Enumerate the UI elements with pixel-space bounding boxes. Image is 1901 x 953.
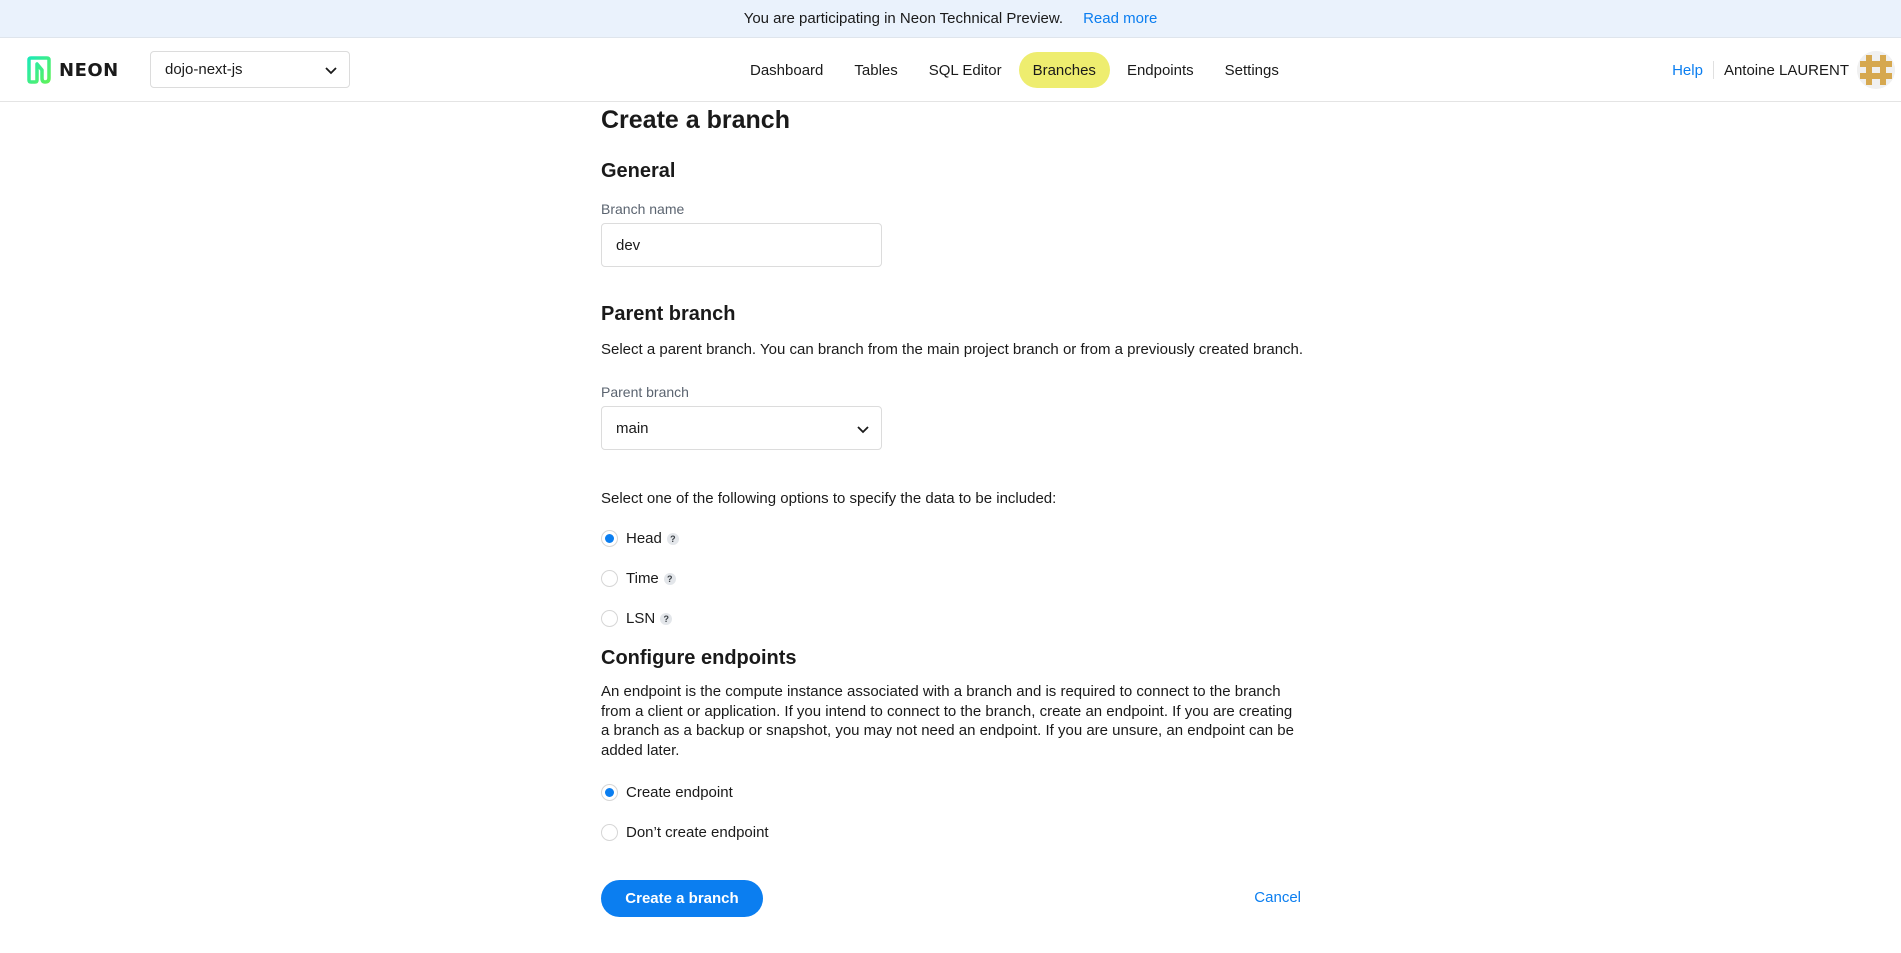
radio-create-endpoint[interactable]: Create endpoint [601,784,733,801]
user-area: Help Antoine LAURENT [1672,38,1901,102]
parent-branch-select[interactable]: main [601,406,882,450]
radio-button[interactable] [601,530,618,547]
parent-branch-label: Parent branch [601,384,689,400]
radio-button[interactable] [601,784,618,801]
chevron-down-icon [325,67,337,75]
configure-endpoints-heading: Configure endpoints [601,647,797,669]
neon-logo-icon [27,56,51,84]
radio-option-head[interactable]: Head ? [601,530,679,547]
radio-label: Head [626,530,662,547]
main-nav: Dashboard Tables SQL Editor Branches End… [736,52,1296,88]
nav-branches[interactable]: Branches [1018,52,1110,88]
help-icon[interactable]: ? [666,532,679,545]
nav-dashboard[interactable]: Dashboard [736,52,837,88]
parent-branch-description: Select a parent branch. You can branch f… [601,341,1304,358]
chevron-down-icon [857,426,869,434]
general-heading: General [601,160,676,182]
parent-branch-heading: Parent branch [601,303,736,325]
radio-dont-create-endpoint[interactable]: Don’t create endpoint [601,824,769,841]
branch-name-label: Branch name [601,201,685,217]
read-more-link[interactable]: Read more [1083,10,1157,27]
top-navbar: NEON dojo-next-js Dashboard Tables SQL E… [0,38,1901,102]
help-icon[interactable]: ? [663,572,676,585]
radio-button[interactable] [601,610,618,627]
logo-wordmark: NEON [59,59,119,81]
nav-sql-editor[interactable]: SQL Editor [915,52,1016,88]
radio-label: Create endpoint [626,784,733,801]
project-name: dojo-next-js [165,61,243,78]
avatar-icon [1857,51,1895,89]
banner-message: You are participating in Neon Technical … [743,10,1064,27]
create-branch-button[interactable]: Create a branch [601,880,763,917]
avatar[interactable] [1857,51,1895,89]
preview-banner: You are participating in Neon Technical … [0,0,1901,38]
nav-tables[interactable]: Tables [840,52,911,88]
nav-settings[interactable]: Settings [1211,52,1293,88]
radio-label: LSN [626,610,656,627]
neon-logo[interactable]: NEON [26,56,119,84]
project-selector[interactable]: dojo-next-js [150,51,350,88]
page-title: Create a branch [601,106,790,134]
radio-option-time[interactable]: Time ? [601,570,676,587]
radio-option-lsn[interactable]: LSN ? [601,610,673,627]
data-options-prompt: Select one of the following options to s… [601,490,1057,507]
endpoints-description: An endpoint is the compute instance asso… [601,683,1294,759]
divider [1712,61,1714,79]
radio-button[interactable] [601,570,618,587]
parent-branch-value: main [616,419,649,437]
user-name[interactable]: Antoine LAURENT [1724,62,1849,79]
radio-button[interactable] [601,824,618,841]
radio-label: Time [626,570,659,587]
cancel-button[interactable]: Cancel [1254,889,1301,906]
branch-name-input[interactable]: dev [601,223,882,267]
radio-label: Don’t create endpoint [626,824,769,841]
help-icon[interactable]: ? [660,612,673,625]
help-link[interactable]: Help [1672,62,1703,79]
nav-endpoints[interactable]: Endpoints [1113,52,1208,88]
